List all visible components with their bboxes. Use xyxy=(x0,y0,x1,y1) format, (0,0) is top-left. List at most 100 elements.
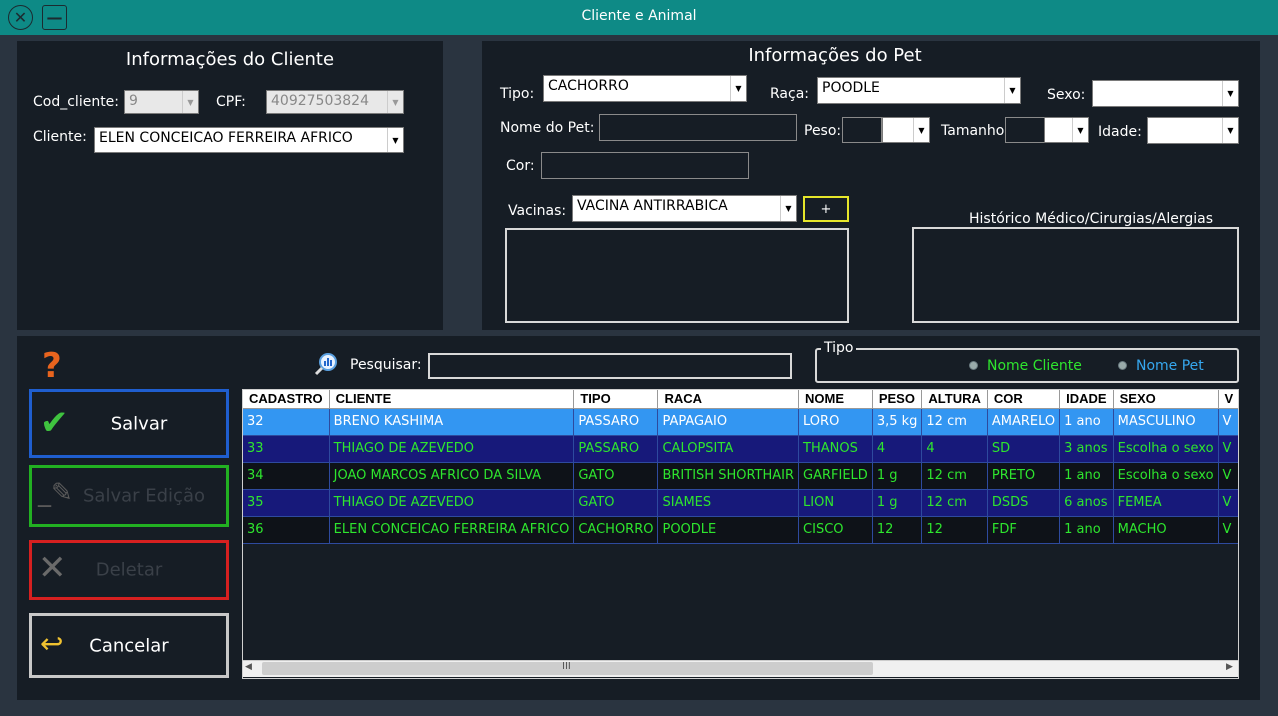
table-cell: 1 g xyxy=(872,489,923,517)
raca-label: Raça: xyxy=(770,86,809,102)
nome-cliente-option-label[interactable]: Nome Cliente xyxy=(987,358,1082,374)
table-cell: ELEN CONCEICAO FERREIRA AFRICO xyxy=(329,516,575,544)
peso-unit-combo[interactable]: ▼ xyxy=(882,117,930,143)
scroll-thumb-grip: III xyxy=(562,661,571,672)
salvar-button[interactable]: ✔ Salvar xyxy=(29,389,229,458)
cliente-value: ELEN CONCEICAO FERREIRA AFRICO xyxy=(99,130,353,146)
salvar-edicao-label: Salvar Edição xyxy=(82,485,205,507)
table-cell: THANOS xyxy=(798,435,873,463)
pet-panel-title: Informações do Pet xyxy=(748,45,922,66)
chevron-down-icon: ▼ xyxy=(387,91,403,113)
column-header[interactable]: COR xyxy=(987,390,1061,409)
cor-input[interactable] xyxy=(541,152,749,179)
table-cell: 4 xyxy=(872,435,923,463)
chevron-down-icon: ▼ xyxy=(913,118,929,142)
chevron-down-icon: ▼ xyxy=(182,91,198,113)
vacinas-label: Vacinas: xyxy=(508,203,567,219)
table-cell: PASSARO xyxy=(573,408,659,436)
table-cell: BRENO KASHIMA xyxy=(329,408,575,436)
table-cell: SIAMES xyxy=(657,489,800,517)
vacinas-list[interactable] xyxy=(505,228,849,323)
scroll-thumb[interactable]: III xyxy=(262,661,873,675)
table-cell: 36 xyxy=(243,516,330,544)
cancelar-label: Cancelar xyxy=(89,635,169,656)
cancelar-button[interactable]: ↩ Cancelar xyxy=(29,613,229,678)
column-header[interactable]: IDADE xyxy=(1059,390,1114,409)
table-cell: JOAO MARCOS AFRICO DA SILVA xyxy=(329,462,575,490)
idade-combo[interactable]: ▼ xyxy=(1147,117,1239,144)
deletar-button[interactable]: ✕ Deletar xyxy=(29,540,229,600)
salvar-edicao-button[interactable]: _✎ Salvar Edição xyxy=(29,465,229,527)
historico-textarea[interactable] xyxy=(912,227,1239,323)
table-cell: CALOPSITA xyxy=(657,435,800,463)
table-cell: THIAGO DE AZEVEDO xyxy=(329,435,575,463)
scroll-left-icon[interactable]: ◀ xyxy=(245,662,252,672)
search-input[interactable] xyxy=(428,353,792,379)
table-cell: 6 anos xyxy=(1059,489,1114,517)
table-cell: GATO xyxy=(573,489,659,517)
table-cell: CISCO xyxy=(798,516,873,544)
column-header[interactable]: NOME xyxy=(798,390,873,409)
raca-combo[interactable]: POODLE ▼ xyxy=(817,77,1021,104)
table-cell: Escolha o sexo xyxy=(1113,435,1219,463)
table-row[interactable]: 36 ELEN CONCEICAO FERREIRA AFRICO CACHOR… xyxy=(243,516,1238,544)
radio-nome-cliente[interactable] xyxy=(969,361,978,370)
table-row[interactable]: 34 JOAO MARCOS AFRICO DA SILVA GATO BRIT… xyxy=(243,462,1238,490)
table-cell: 12 xyxy=(921,516,988,544)
scroll-right-icon[interactable]: ▶ xyxy=(1226,662,1233,672)
client-panel-title: Informações do Cliente xyxy=(125,49,335,70)
table-cell: THIAGO DE AZEVEDO xyxy=(329,489,575,517)
cliente-combo[interactable]: ELEN CONCEICAO FERREIRA AFRICO ▼ xyxy=(94,127,404,153)
chevron-down-icon: ▼ xyxy=(387,128,403,152)
nome-pet-input[interactable] xyxy=(599,114,797,141)
table-row[interactable]: 35 THIAGO DE AZEVEDO GATO SIAMES LION 1 … xyxy=(243,489,1238,517)
sexo-combo[interactable]: ▼ xyxy=(1092,80,1239,107)
column-header[interactable]: RACA xyxy=(657,390,800,409)
peso-input[interactable] xyxy=(842,117,882,143)
table-cell: V xyxy=(1218,408,1238,436)
table-cell: FEMEA xyxy=(1113,489,1219,517)
table-row[interactable]: 32 BRENO KASHIMA PASSARO PAPAGAIO LORO 3… xyxy=(243,408,1238,436)
tamanho-input[interactable] xyxy=(1005,117,1045,143)
table-cell: MASCULINO xyxy=(1113,408,1219,436)
column-header[interactable]: V xyxy=(1218,390,1238,409)
table-cell: DSDS xyxy=(987,489,1061,517)
column-header[interactable]: CLIENTE xyxy=(329,390,575,409)
vacinas-value: VACINA ANTIRRABICA xyxy=(577,198,728,214)
column-header[interactable]: SEXO xyxy=(1113,390,1219,409)
cpf-combo[interactable]: 40927503824 ▼ xyxy=(266,90,404,114)
table-cell: 1 ano xyxy=(1059,462,1114,490)
idade-label: Idade: xyxy=(1098,124,1142,140)
tamanho-label: Tamanho: xyxy=(941,123,1010,139)
add-vacina-button[interactable]: + xyxy=(803,196,849,222)
table-cell: POODLE xyxy=(657,516,800,544)
chevron-down-icon: ▼ xyxy=(1072,118,1088,142)
table-row[interactable]: 33 THIAGO DE AZEVEDO PASSARO CALOPSITA T… xyxy=(243,435,1238,463)
cod-cliente-combo[interactable]: 9 ▼ xyxy=(124,90,199,114)
table-cell: MACHO xyxy=(1113,516,1219,544)
table-header-row: CADASTRO CLIENTE TIPO RACA NOME PESO ALT… xyxy=(243,390,1238,409)
help-icon[interactable]: ? xyxy=(42,346,62,386)
nome-pet-label: Nome do Pet: xyxy=(500,120,595,136)
search-chart-icon xyxy=(313,351,339,377)
nome-pet-option-label[interactable]: Nome Pet xyxy=(1136,358,1204,374)
close-icon[interactable]: ✕ xyxy=(8,5,33,30)
column-header[interactable]: CADASTRO xyxy=(243,390,330,409)
plus-icon: + xyxy=(820,201,832,217)
table-cell: 1 ano xyxy=(1059,408,1114,436)
chevron-down-icon: ▼ xyxy=(1222,118,1238,143)
records-table[interactable]: CADASTRO CLIENTE TIPO RACA NOME PESO ALT… xyxy=(242,389,1239,679)
tamanho-unit-combo[interactable]: ▼ xyxy=(1044,117,1089,143)
column-header[interactable]: ALTURA xyxy=(921,390,988,409)
radio-nome-pet[interactable] xyxy=(1118,361,1127,370)
minimize-icon[interactable]: — xyxy=(42,5,67,30)
table-cell: SD xyxy=(987,435,1061,463)
tipo-combo[interactable]: CACHORRO ▼ xyxy=(543,75,747,102)
vacinas-combo[interactable]: VACINA ANTIRRABICA ▼ xyxy=(572,195,797,222)
table-cell: FDF xyxy=(987,516,1061,544)
column-header[interactable]: PESO xyxy=(872,390,923,409)
window-title: Cliente e Animal xyxy=(581,8,697,24)
table-cell: PASSARO xyxy=(573,435,659,463)
table-cell: AMARELO xyxy=(987,408,1061,436)
column-header[interactable]: TIPO xyxy=(573,390,659,409)
